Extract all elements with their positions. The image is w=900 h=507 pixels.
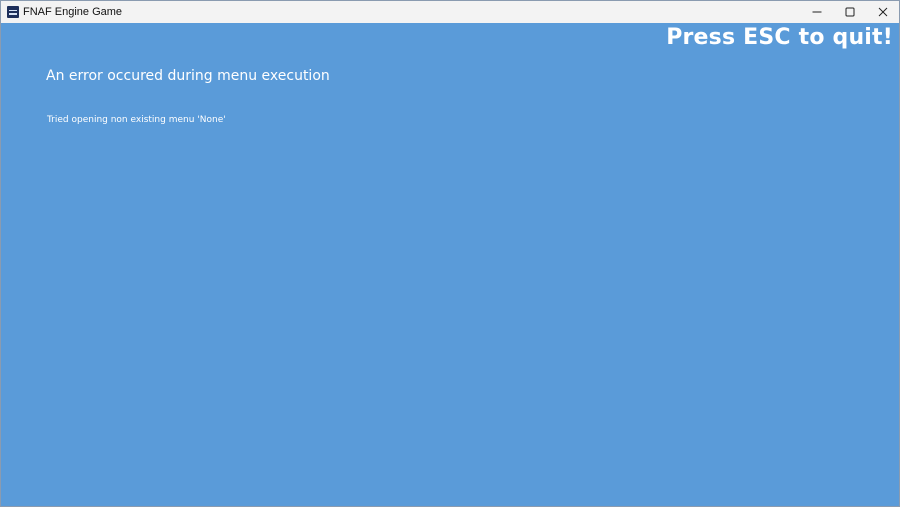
close-icon xyxy=(878,7,887,17)
error-detail: Tried opening non existing menu 'None' xyxy=(47,115,226,125)
minimize-button[interactable] xyxy=(800,1,833,23)
window-title: FNAF Engine Game xyxy=(23,6,123,18)
maximize-icon xyxy=(845,7,854,17)
minimize-icon xyxy=(812,11,821,13)
title-bar[interactable]: FNAF Engine Game xyxy=(1,1,899,23)
window-controls xyxy=(800,1,899,23)
app-logo-icon xyxy=(7,6,19,18)
maximize-button[interactable] xyxy=(833,1,866,23)
game-canvas[interactable]: Press ESC to quit! An error occured duri… xyxy=(1,23,899,506)
close-button[interactable] xyxy=(866,1,899,23)
game-window: FNAF Engine Game Press ESC to quit! An e… xyxy=(0,0,900,507)
error-title: An error occured during menu execution xyxy=(46,68,330,84)
esc-quit-hint: Press ESC to quit! xyxy=(666,25,893,50)
